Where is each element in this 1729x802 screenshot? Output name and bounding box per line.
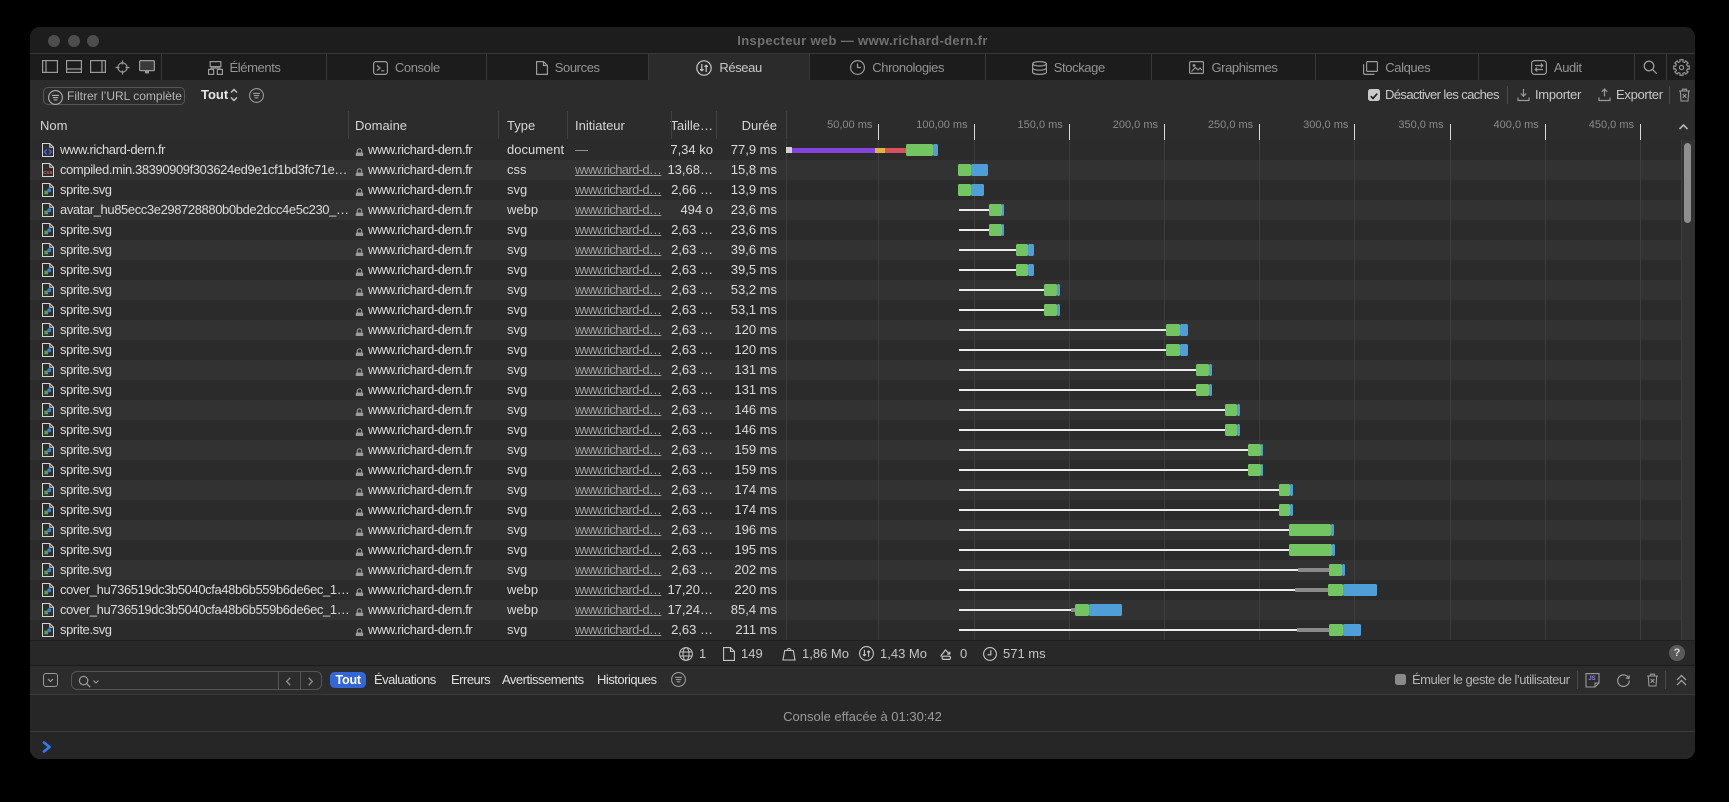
svg-text:css: css — [43, 170, 52, 176]
svg-text:JS: JS — [1588, 676, 1595, 682]
